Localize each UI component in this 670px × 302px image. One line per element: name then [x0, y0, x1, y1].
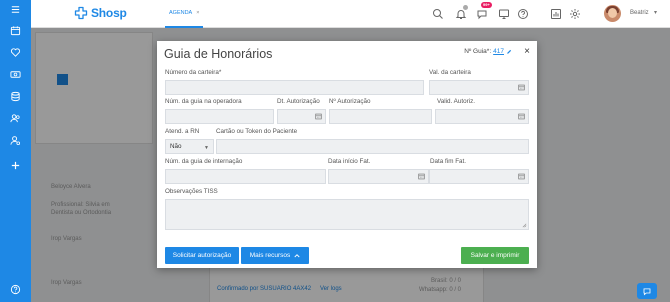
user-settings-icon[interactable]	[0, 133, 31, 147]
bell-dot	[463, 5, 468, 10]
chevron-up-icon	[294, 254, 300, 258]
guia-number-field: Nº Guia*: 417	[464, 48, 512, 55]
mais-recursos-label: Mais recursos	[249, 252, 291, 259]
add-icon[interactable]	[0, 158, 31, 172]
database-icon[interactable]	[0, 89, 31, 103]
close-icon[interactable]: ×	[524, 46, 530, 57]
data-fim-fat-label: Data fim Fat.	[430, 158, 467, 165]
atend-rn-label: Atend. a RN	[165, 128, 200, 135]
modal-title: Guia de Honorários	[164, 47, 273, 61]
solicitar-autorizacao-button[interactable]: Solicitar autorização	[165, 247, 239, 264]
user-name: Beatriz	[630, 10, 649, 16]
valid-autoriz-label: Valid. Autoriz.	[437, 98, 476, 105]
calendar-icon[interactable]	[0, 23, 31, 37]
calendar-icon[interactable]	[518, 173, 525, 180]
numero-carteira-input[interactable]	[165, 80, 424, 95]
val-carteira-label: Val. da carteira	[429, 69, 471, 76]
data-inicio-fat-input[interactable]	[328, 169, 429, 184]
pencil-icon[interactable]	[506, 49, 512, 55]
calendar-icon[interactable]	[518, 113, 525, 120]
guia-honorarios-modal: Guia de Honorários Nº Guia*: 417 × Númer…	[157, 41, 537, 268]
salvar-imprimir-button[interactable]: Salvar e imprimir	[461, 247, 529, 264]
cartao-token-input[interactable]	[216, 139, 529, 154]
atend-rn-select[interactable]: Não ▼	[165, 139, 214, 154]
num-guia-internacao-label: Núm. da guia de internação	[165, 158, 243, 165]
chevron-down-icon[interactable]: ▾	[654, 9, 657, 16]
val-carteira-input[interactable]	[429, 80, 529, 95]
left-nav-rail	[0, 0, 31, 302]
n-autorizacao-input[interactable]	[329, 109, 432, 124]
num-guia-internacao-input[interactable]	[165, 169, 326, 184]
heart-icon[interactable]	[0, 45, 31, 59]
logo-text: Shosp	[91, 6, 127, 20]
calendar-icon[interactable]	[418, 173, 425, 180]
chat-bubble-icon	[643, 287, 651, 295]
top-bar: Shosp AGENDA × 99+ Beatriz ▾	[31, 0, 670, 28]
observacoes-textarea[interactable]	[165, 199, 529, 230]
calendar-icon[interactable]	[315, 113, 322, 120]
atend-rn-value: Não	[170, 143, 182, 150]
logo-cross-icon	[74, 6, 88, 20]
app-logo[interactable]: Shosp	[74, 6, 127, 20]
chat-widget-button[interactable]	[637, 283, 657, 299]
data-inicio-fat-label: Data início Fat.	[328, 158, 371, 165]
resize-handle-icon[interactable]	[522, 223, 527, 228]
chart-icon[interactable]	[549, 7, 563, 21]
tab-agenda[interactable]: AGENDA ×	[165, 0, 204, 28]
menu-icon[interactable]	[0, 2, 31, 16]
chevron-down-icon: ▼	[204, 145, 209, 151]
valid-autoriz-input[interactable]	[435, 109, 529, 124]
mais-recursos-button[interactable]: Mais recursos	[241, 247, 309, 264]
guia-number[interactable]: 417	[493, 48, 504, 55]
money-icon[interactable]	[0, 67, 31, 81]
notification-badge: 99+	[481, 2, 492, 8]
numero-carteira-label: Número da carteira*	[165, 69, 222, 76]
num-guia-operadora-label: Núm. da guia na operadora	[165, 98, 242, 105]
dt-autorizacao-label: Dt. Autorização	[277, 98, 320, 105]
observacoes-label: Observações TISS	[165, 188, 218, 195]
help-circle-icon[interactable]	[516, 7, 530, 21]
guia-label: Nº Guia*:	[464, 48, 492, 55]
tab-close-icon[interactable]: ×	[196, 10, 199, 16]
data-fim-fat-input[interactable]	[429, 169, 529, 184]
calendar-icon[interactable]	[518, 84, 525, 91]
tab-agenda-label: AGENDA	[169, 10, 193, 16]
gear-icon[interactable]	[568, 7, 582, 21]
avatar[interactable]	[604, 5, 621, 22]
search-icon[interactable]	[431, 7, 445, 21]
bell-icon[interactable]	[454, 5, 468, 21]
chat-icon[interactable]: 99+	[475, 2, 492, 21]
dt-autorizacao-input[interactable]	[277, 109, 326, 124]
users-icon[interactable]	[0, 111, 31, 125]
monitor-icon[interactable]	[497, 7, 511, 21]
help-icon[interactable]	[0, 282, 31, 296]
num-guia-operadora-input[interactable]	[165, 109, 274, 124]
cartao-token-label: Cartão ou Token do Paciente	[216, 128, 298, 135]
n-autorizacao-label: Nº Autorização	[329, 98, 371, 105]
